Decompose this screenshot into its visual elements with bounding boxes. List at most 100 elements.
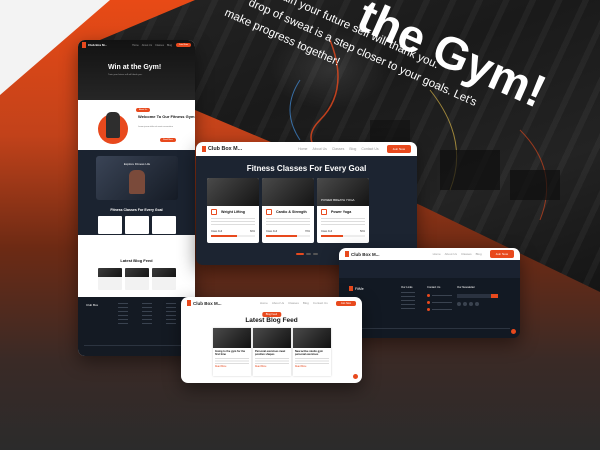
blog-heading: Latest Blog Feed bbox=[120, 258, 153, 263]
contact-list bbox=[427, 294, 452, 311]
nav-link-home[interactable]: Home bbox=[298, 147, 307, 151]
blog-thumb[interactable] bbox=[98, 268, 122, 290]
nav-link-contact[interactable]: Contact Us bbox=[313, 301, 328, 305]
blog-nav: Club Box M... Home About Us Classes Blog… bbox=[181, 297, 362, 309]
class-card-cardio[interactable]: Cardio & Strength Class Full 70% bbox=[262, 178, 314, 243]
classes-heading: Fitness Classes For Every Goal bbox=[110, 208, 163, 212]
blog-post-card[interactable]: Going to the gym for the first time Read… bbox=[213, 328, 251, 376]
newsletter-input[interactable] bbox=[457, 294, 498, 298]
social-icons[interactable] bbox=[457, 302, 479, 306]
footer-divider bbox=[349, 328, 510, 329]
class-thumb[interactable] bbox=[152, 216, 176, 234]
logo-icon bbox=[202, 146, 206, 152]
carousel-dots[interactable] bbox=[295, 253, 318, 255]
footer-newsletter-col: Our Newsletter bbox=[457, 286, 475, 289]
welcome-text: Lorem ipsum dolor sit amet consectetur bbox=[138, 126, 174, 128]
nav-link-home[interactable]: Home bbox=[433, 252, 441, 256]
read-more-link[interactable]: Read More bbox=[215, 366, 251, 368]
class-card-weight-lifting[interactable]: Weight Lifting Class Full 60% bbox=[207, 178, 259, 243]
read-more-link[interactable]: Read More bbox=[255, 366, 291, 368]
post-excerpt bbox=[255, 358, 289, 365]
logo[interactable]: Club Box M... bbox=[82, 42, 107, 48]
class-thumb[interactable] bbox=[125, 216, 149, 234]
class-photo bbox=[262, 178, 314, 206]
nav-link-contact[interactable]: Contact Us bbox=[361, 147, 378, 151]
about-badge: About Us bbox=[136, 108, 151, 112]
yoga-icon bbox=[321, 209, 327, 215]
class-level: Class Full bbox=[211, 230, 222, 233]
home-page-mockup: Club Box M... Home About Us Classes Blog… bbox=[78, 40, 195, 356]
athlete-image bbox=[129, 170, 145, 194]
class-level: Class Full bbox=[266, 230, 277, 233]
logo-icon bbox=[82, 42, 86, 48]
class-thumbs bbox=[98, 216, 176, 234]
athlete-image bbox=[106, 112, 120, 138]
nav-links: Home About Us Classes Blog bbox=[433, 252, 482, 256]
blog-post-card[interactable]: New active studio gym personal exercises… bbox=[293, 328, 331, 376]
home-hero-title: Win at the Gym! bbox=[108, 64, 162, 71]
class-percent: 60% bbox=[249, 230, 255, 233]
blog-thumb[interactable] bbox=[125, 268, 149, 290]
welcome-title: Welcome To Our Fitness Gym bbox=[138, 114, 195, 119]
nav-link-home[interactable]: Home bbox=[132, 44, 139, 47]
site-footer: FitMe Our Links Contact Us Our Newslette… bbox=[339, 278, 520, 338]
class-progress bbox=[321, 235, 365, 237]
blog-section: Latest Blog Feed bbox=[78, 235, 195, 297]
logo-icon bbox=[349, 286, 353, 291]
nav-link-home[interactable]: Home bbox=[260, 301, 268, 305]
nav-link-about[interactable]: About Us bbox=[445, 252, 457, 256]
join-now-button[interactable]: Join Now bbox=[489, 250, 514, 258]
nav-link-classes[interactable]: Classes bbox=[332, 147, 344, 151]
classes-nav: Club Box M... Home About Us Classes Blog… bbox=[196, 142, 417, 156]
explore-banner: Explore Fitness Life bbox=[96, 156, 178, 200]
classes-title: Fitness Classes For Every Goal bbox=[246, 164, 367, 173]
nav-links: Home About Us Classes Blog Contact Us bbox=[298, 147, 379, 151]
classes-page-mockup: Club Box M... Home About Us Classes Blog… bbox=[196, 142, 417, 265]
blog-thumb[interactable] bbox=[152, 268, 176, 290]
phone-icon bbox=[427, 301, 430, 304]
scroll-top-button[interactable] bbox=[353, 374, 358, 379]
footer-logo[interactable]: Club Box bbox=[86, 303, 98, 307]
nav-link-classes[interactable]: Classes bbox=[155, 44, 164, 47]
home-footer: Club Box bbox=[78, 297, 195, 356]
blog-thumbs bbox=[98, 268, 176, 290]
join-now-button[interactable]: Join Now bbox=[335, 300, 356, 306]
footer-logo[interactable]: FitMe bbox=[349, 286, 364, 291]
join-now-button[interactable]: Join Now bbox=[386, 145, 411, 153]
logo[interactable]: Club Box M... bbox=[202, 146, 242, 152]
home-hero: Club Box M... Home About Us Classes Blog… bbox=[78, 40, 195, 100]
logo-icon bbox=[187, 300, 191, 306]
nav-link-blog[interactable]: Blog bbox=[167, 44, 172, 47]
nav-link-blog[interactable]: Blog bbox=[349, 147, 356, 151]
class-thumb[interactable] bbox=[98, 216, 122, 234]
class-card-yoga[interactable]: POWER BREATH YOGA Power Yoga Class Full … bbox=[317, 178, 369, 243]
class-progress bbox=[211, 235, 255, 237]
read-more-link[interactable]: Read More bbox=[295, 366, 331, 368]
post-title: New active studio gym personal exercises bbox=[295, 350, 323, 357]
home-nav: Club Box M... Home About Us Classes Blog… bbox=[78, 40, 195, 50]
footer-links-col: Our Links bbox=[401, 286, 415, 312]
post-excerpt bbox=[295, 358, 329, 365]
nav-link-about[interactable]: About Us bbox=[272, 301, 284, 305]
scroll-top-button[interactable] bbox=[511, 329, 516, 334]
nav-link-classes[interactable]: Classes bbox=[288, 301, 299, 305]
logo[interactable]: Club Box M... bbox=[187, 300, 222, 306]
join-now-button[interactable]: Join Now bbox=[176, 43, 191, 47]
class-name: Weight Lifting bbox=[221, 210, 245, 214]
nav-link-about[interactable]: About Us bbox=[142, 44, 152, 47]
read-more-button[interactable]: Read More bbox=[160, 138, 176, 142]
explore-section: Explore Fitness Life Fitness Classes For… bbox=[78, 150, 195, 235]
logo[interactable]: Club Box M... bbox=[345, 251, 380, 257]
blog-post-card[interactable]: Personal exercises meet positive shapes … bbox=[253, 328, 291, 376]
nav-link-blog[interactable]: Blog bbox=[476, 252, 482, 256]
mail-icon bbox=[427, 308, 430, 311]
post-title: Going to the gym for the first time bbox=[215, 350, 246, 357]
nav-link-blog[interactable]: Blog bbox=[303, 301, 309, 305]
class-percent: 50% bbox=[359, 230, 365, 233]
post-image bbox=[253, 328, 291, 348]
nav-link-about[interactable]: About Us bbox=[312, 147, 326, 151]
dumbbell-icon bbox=[211, 209, 217, 215]
logo-icon bbox=[345, 251, 349, 257]
nav-link-classes[interactable]: Classes bbox=[461, 252, 472, 256]
blog-page-mockup: Club Box M... Home About Us Classes Blog… bbox=[181, 297, 362, 383]
